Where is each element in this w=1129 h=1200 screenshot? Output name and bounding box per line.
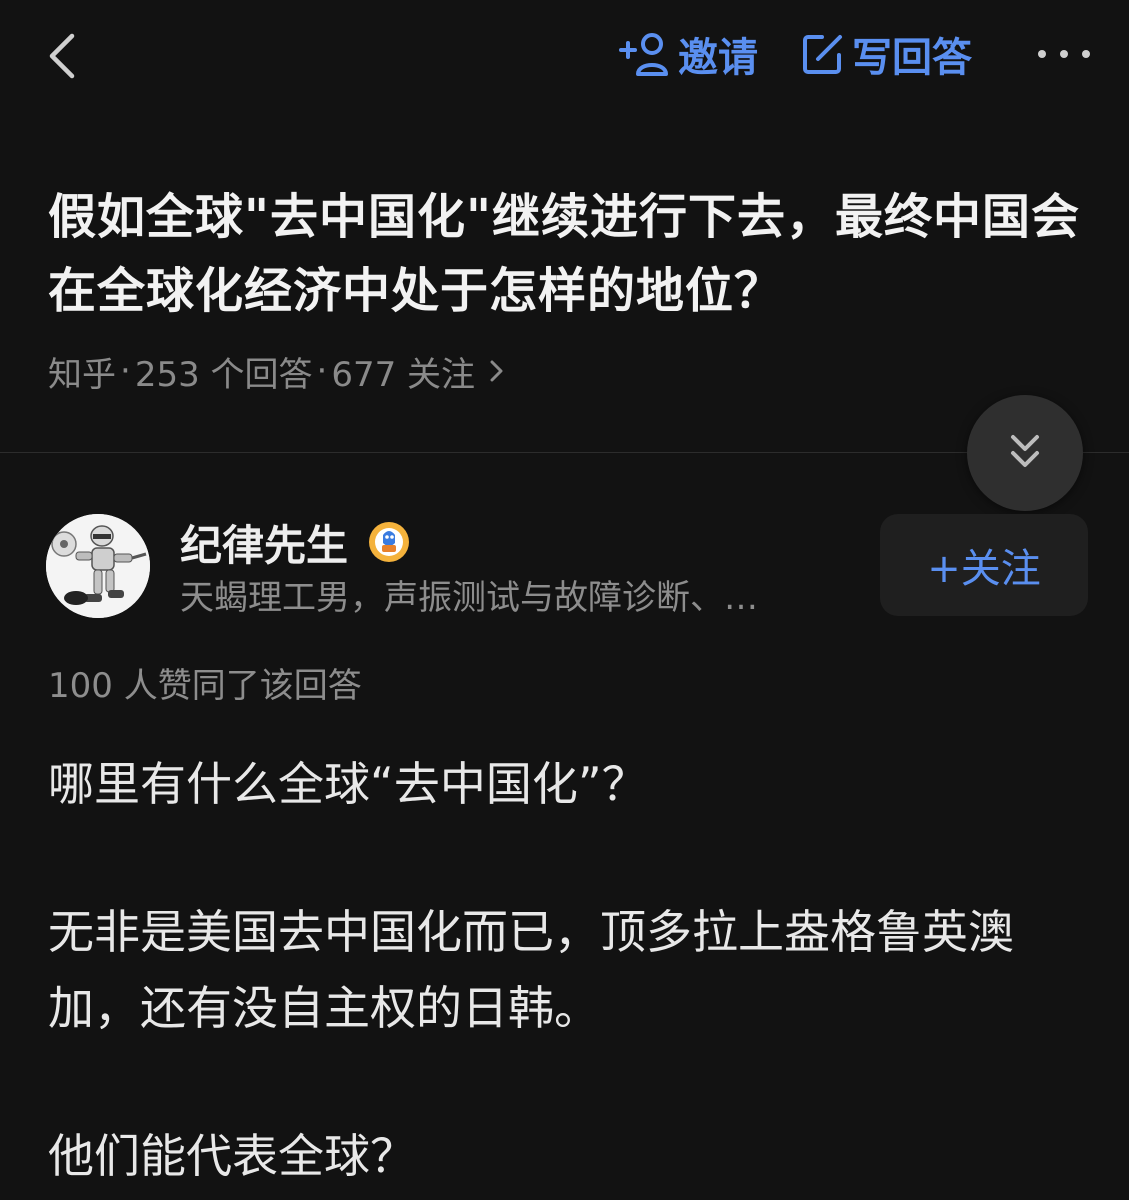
more-button[interactable] [1034, 30, 1094, 78]
answer-paragraph: 他们能代表全球？ [48, 1129, 416, 1183]
badge-icon [369, 522, 410, 562]
source-label: 知乎 [48, 354, 116, 395]
author-name-row[interactable]: 纪律先生 [180, 512, 410, 572]
answer-count: 253 个回答 [134, 354, 313, 395]
divider [0, 452, 1129, 453]
invite-label: 邀请 [678, 35, 758, 81]
back-button[interactable] [38, 28, 88, 84]
chevron-left-icon [49, 33, 75, 79]
vote-count: 100 人赞同了该回答 [48, 666, 362, 706]
more-horizontal-icon [1038, 50, 1090, 58]
scroll-down-button[interactable] [967, 395, 1083, 511]
write-answer-label: 写回答 [852, 35, 972, 81]
write-answer-button[interactable]: 写回答 [800, 26, 972, 82]
question-meta[interactable]: 知乎 · 253 个回答 · 677 关注 [48, 348, 505, 395]
robot-avatar-image [46, 514, 150, 618]
chevron-right-icon [490, 360, 503, 382]
author-name: 纪律先生 [180, 520, 349, 570]
separator-dot: · [316, 351, 328, 391]
separator-dot: · [120, 351, 131, 391]
avatar[interactable] [46, 514, 150, 618]
author-bio[interactable]: 天蝎理工男，声振测试与故障诊断、… [180, 574, 840, 622]
answer-paragraph: 无非是美国去中国化而已，顶多拉上盎格鲁英澳加，还有没自主权的日韩。 [48, 905, 1014, 1035]
question-title[interactable]: 假如全球"去中国化"继续进行下去，最终中国会在全球化经济中处于怎样的地位？ [48, 180, 1088, 328]
invite-button[interactable]: 邀请 [618, 26, 758, 82]
follower-count: 677 关注 [331, 354, 476, 395]
add-user-icon [619, 33, 668, 76]
edit-icon [803, 35, 842, 74]
top-bar: 邀请 写回答 [0, 0, 1129, 110]
answer-paragraph: 哪里有什么全球“去中国化”？ [48, 757, 648, 811]
follow-button[interactable]: +关注 [880, 514, 1088, 616]
double-chevron-down-icon [1011, 435, 1039, 467]
